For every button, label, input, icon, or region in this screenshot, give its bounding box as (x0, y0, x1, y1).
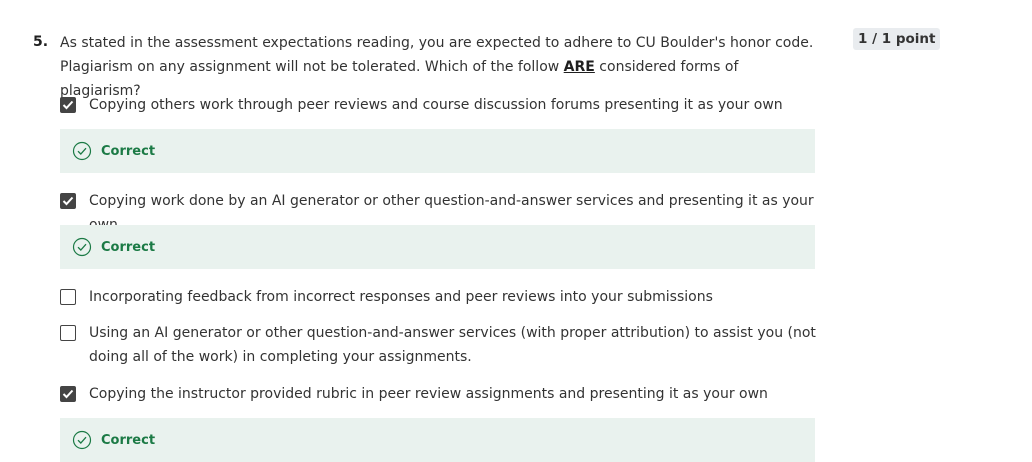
answer-option-label: Using an AI generator or other question-… (89, 325, 816, 365)
answer-option-label: Copying others work through peer reviews… (89, 97, 783, 113)
question-number: 5. (33, 34, 49, 50)
correct-feedback: Correct (60, 129, 815, 173)
answer-option[interactable]: Copying others work through peer reviews… (60, 93, 820, 117)
checkbox-checked-icon[interactable] (60, 386, 76, 402)
correct-feedback: Correct (60, 225, 815, 269)
check-circle-icon (72, 237, 92, 257)
correct-label: Correct (101, 143, 156, 159)
check-circle-icon (72, 141, 92, 161)
answer-option[interactable]: Incorporating feedback from incorrect re… (60, 285, 820, 309)
answer-option-label: Incorporating feedback from incorrect re… (89, 289, 713, 305)
answer-option-label: Copying the instructor provided rubric i… (89, 386, 768, 402)
question-text-emphasis: ARE (563, 59, 595, 75)
checkbox-unchecked-icon[interactable] (60, 289, 76, 305)
checkbox-checked-icon[interactable] (60, 193, 76, 209)
answer-option[interactable]: Using an AI generator or other question-… (60, 321, 820, 369)
correct-label: Correct (101, 432, 156, 448)
checkbox-unchecked-icon[interactable] (60, 325, 76, 341)
correct-feedback: Correct (60, 418, 815, 462)
points-badge: 1 / 1 point (853, 28, 941, 50)
check-circle-icon (72, 430, 92, 450)
answer-option[interactable]: Copying the instructor provided rubric i… (60, 382, 820, 406)
correct-label: Correct (101, 239, 156, 255)
checkbox-checked-icon[interactable] (60, 97, 76, 113)
